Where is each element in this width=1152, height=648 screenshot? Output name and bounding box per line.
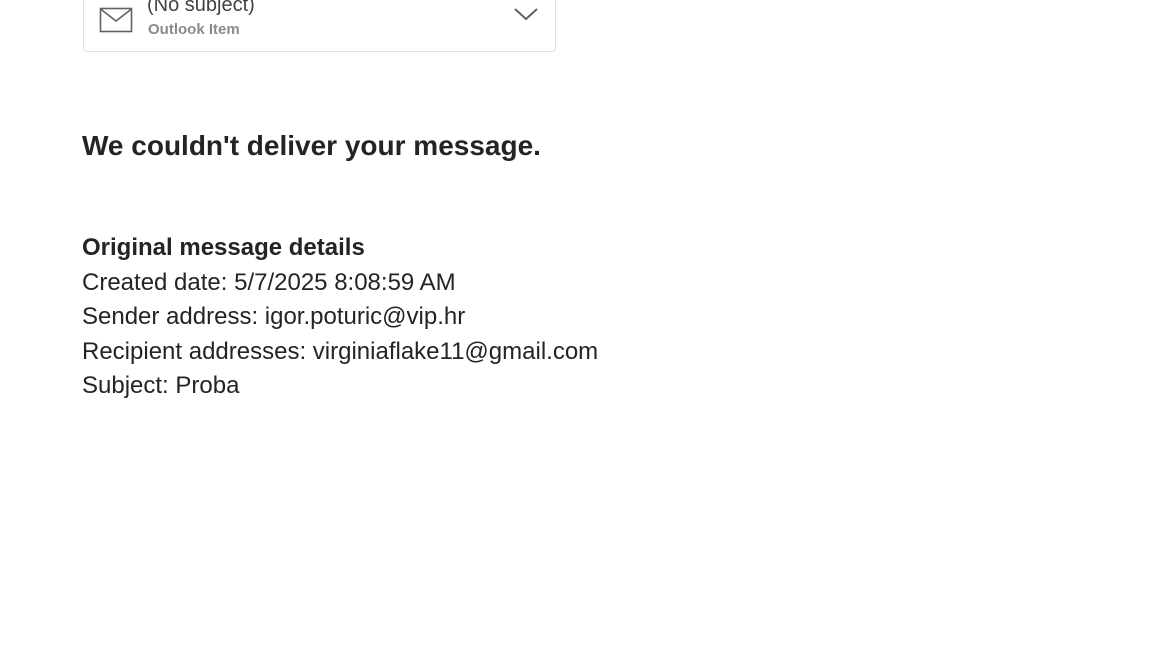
email-body: (No subject) Outlook Item We couldn't de… xyxy=(0,0,1152,648)
recipient-addresses: Recipient addresses: virginiaflake11@gma… xyxy=(82,337,599,365)
message-details: Original message details Created date: 5… xyxy=(82,231,598,404)
attachment-title: (No subject) xyxy=(147,0,255,16)
message-subject: Subject: Proba xyxy=(82,372,240,400)
details-heading: Original message details xyxy=(82,234,365,261)
page-title: We couldn't deliver your message. xyxy=(82,130,541,161)
sender-address: Sender address: igor.poturic@vip.hr xyxy=(82,303,466,331)
chevron-down-icon[interactable] xyxy=(513,5,539,23)
attachment-type: Outlook Item xyxy=(148,21,240,38)
created-date: Created date: 5/7/2025 8:08:59 AM xyxy=(82,268,456,296)
attachment-card[interactable]: (No subject) Outlook Item xyxy=(83,0,556,52)
mail-icon xyxy=(99,7,133,33)
